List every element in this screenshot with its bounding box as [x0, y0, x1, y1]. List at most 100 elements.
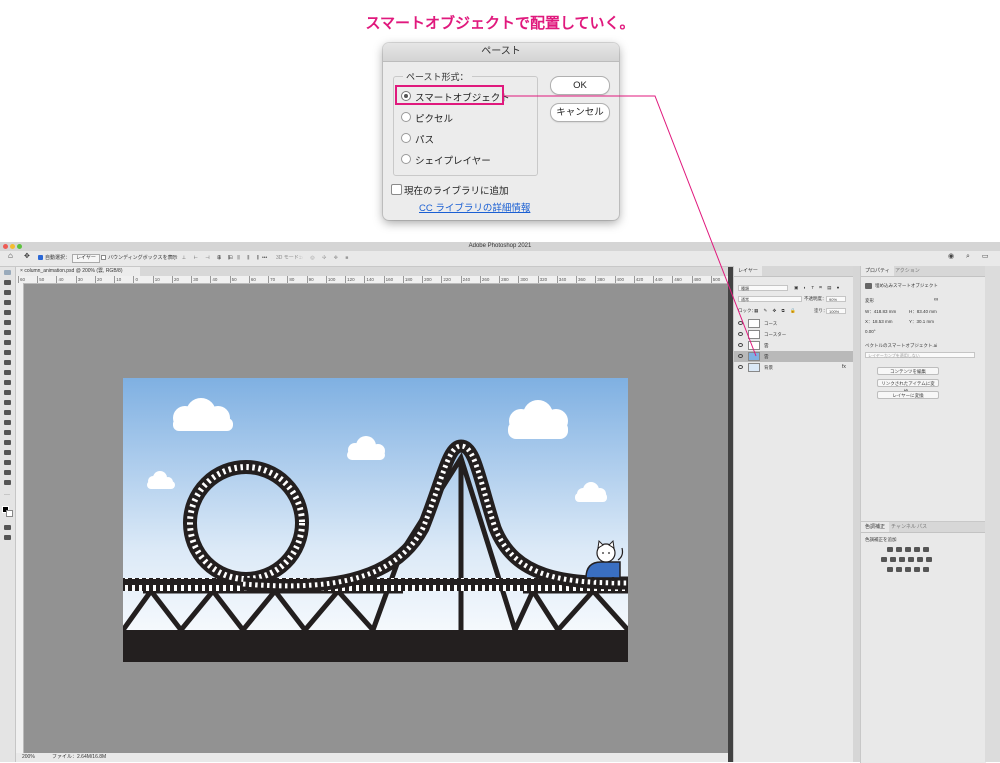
tab-adjustments[interactable]: 色調補正 [861, 522, 890, 532]
layer-row[interactable]: コースター [734, 329, 854, 340]
visibility-eye-icon[interactable] [738, 332, 743, 336]
eyedropper-tool-icon[interactable] [4, 340, 11, 345]
curves-icon[interactable] [905, 547, 911, 552]
gradient-map-icon[interactable] [914, 567, 920, 572]
color-lookup-icon[interactable] [926, 557, 932, 562]
filter-icons[interactable]: ▣ ◐ T ⌗ ▤ ● [794, 285, 841, 291]
layer-filter-dropdown[interactable]: 種類 [738, 285, 788, 291]
fx-icon[interactable]: fx [842, 362, 846, 373]
edit-contents-button[interactable]: コンテンツを編集 [877, 367, 939, 375]
vibrance-icon[interactable] [923, 547, 929, 552]
levels-icon[interactable] [896, 547, 902, 552]
blur-tool-icon[interactable] [4, 410, 11, 415]
close-window-icon[interactable] [3, 244, 8, 249]
brush-tool-icon[interactable] [4, 360, 11, 365]
channel-mixer-icon[interactable] [917, 557, 923, 562]
more-tools-icon[interactable]: ··· [4, 492, 11, 498]
distribute-icons[interactable]: ⫼ ⫼ ⫼ ⫼ ⫼ [218, 255, 262, 262]
tab-paths[interactable]: パス [913, 522, 931, 532]
width-value[interactable]: W：418.83 mm [865, 309, 896, 315]
lasso-tool-icon[interactable] [4, 300, 11, 305]
fill-field[interactable]: 100% [826, 308, 846, 314]
opacity-field[interactable]: 90% [826, 296, 846, 302]
y-value[interactable]: Y：30.1 mm [909, 319, 934, 325]
layer-row[interactable]: 雲 [734, 340, 854, 351]
ruler-tick-label: 30 [191, 276, 199, 283]
layer-comp-dropdown[interactable]: レイヤーカンプを適用しない [865, 352, 975, 358]
crop-tool-icon[interactable] [4, 320, 11, 325]
brightness-icon[interactable] [887, 547, 893, 552]
color-balance-icon[interactable] [890, 557, 896, 562]
visibility-eye-icon[interactable] [738, 365, 743, 369]
zoom-window-icon[interactable] [17, 244, 22, 249]
zoom-tool-icon[interactable] [4, 480, 11, 485]
vertical-ruler[interactable] [16, 283, 24, 753]
invert-icon[interactable] [887, 567, 893, 572]
black-white-icon[interactable] [899, 557, 905, 562]
gradient-tool-icon[interactable] [4, 400, 11, 405]
shape-tool-icon[interactable] [4, 460, 11, 465]
tab-properties[interactable]: プロパティ [861, 266, 894, 276]
zoom-level[interactable]: 200% [22, 753, 35, 762]
blend-mode-dropdown[interactable]: 通常 [738, 296, 802, 302]
layer-row-selected[interactable]: 雲 [734, 351, 854, 362]
x-value[interactable]: X：18.53 mm [865, 319, 893, 325]
visibility-eye-icon[interactable] [738, 343, 743, 347]
angle-value[interactable]: 0.00° [865, 329, 876, 335]
convert-to-linked-button[interactable]: リンクされたアイテムに変換... [877, 379, 939, 394]
document-tab[interactable]: × column_animation.psd @ 200% (雲, RGB/8) [16, 267, 140, 276]
panel-collapse-strip[interactable] [853, 266, 860, 762]
photo-filter-icon[interactable] [908, 557, 914, 562]
eraser-tool-icon[interactable] [4, 390, 11, 395]
dodge-tool-icon[interactable] [4, 420, 11, 425]
link-dimensions-icon[interactable]: ∞ [934, 297, 938, 303]
home-icon[interactable]: ⌂ [8, 252, 13, 260]
cancel-button[interactable]: キャンセル [550, 103, 610, 122]
add-to-library-checkbox[interactable] [391, 184, 402, 195]
pen-tool-icon[interactable] [4, 430, 11, 435]
height-value[interactable]: H：83.40 mm [909, 309, 937, 315]
move-tool-icon[interactable]: ✥ [24, 253, 30, 260]
quick-mask-icon[interactable] [4, 525, 11, 530]
auto-select-checkbox[interactable] [38, 255, 43, 260]
convert-to-layers-button[interactable]: レイヤーに変換 [877, 391, 939, 399]
layer-row[interactable]: 背景 fx [734, 362, 854, 373]
hue-saturation-icon[interactable] [881, 557, 887, 562]
tab-actions[interactable]: アクション [891, 266, 924, 276]
tab-layers[interactable]: レイヤー [734, 266, 762, 276]
magic-wand-tool-icon[interactable] [4, 310, 11, 315]
cc-library-info-link[interactable]: CC ライブラリの詳細情報 [419, 200, 530, 214]
file-size-info[interactable]: ファイル：2.64M/16.8M [52, 753, 106, 762]
background-color-swatch[interactable] [6, 510, 13, 517]
history-brush-tool-icon[interactable] [4, 380, 11, 385]
clone-stamp-tool-icon[interactable] [4, 370, 11, 375]
ok-button[interactable]: OK [550, 76, 610, 95]
horizontal-ruler[interactable]: 60 50 40 30 20 10 0 10 20 30 40 50 60 70 80 90 100 120 140… [16, 276, 728, 284]
hand-tool-icon[interactable] [4, 470, 11, 475]
screen-mode-icon[interactable] [4, 535, 11, 540]
layer-select-dropdown[interactable]: レイヤー [72, 254, 100, 263]
ruler-tick-label: 60 [248, 276, 256, 283]
path-selection-tool-icon[interactable] [4, 450, 11, 455]
threshold-icon[interactable] [905, 567, 911, 572]
marquee-tool-icon[interactable] [4, 290, 11, 295]
selective-color-icon[interactable] [923, 567, 929, 572]
more-options-icon[interactable]: ••• [262, 255, 267, 262]
ruler-tick-label: 300 [518, 276, 528, 283]
posterize-icon[interactable] [896, 567, 902, 572]
frame-tool-icon[interactable] [4, 330, 11, 335]
artboard-tool-icon[interactable] [4, 280, 11, 285]
bounding-box-checkbox[interactable] [101, 255, 106, 260]
search-and-workspace-icons[interactable]: ◉ ⌕ ▭ ⇧ [948, 253, 1000, 260]
healing-brush-tool-icon[interactable] [4, 350, 11, 355]
move-tool-icon[interactable] [4, 270, 11, 275]
layer-row[interactable]: コース [734, 318, 854, 329]
minimize-window-icon[interactable] [10, 244, 15, 249]
exposure-icon[interactable] [914, 547, 920, 552]
artwork-canvas[interactable] [123, 378, 628, 662]
3d-mode-icons[interactable]: ◌ ◎ ✣ ✥ ■ [300, 255, 351, 262]
visibility-eye-icon[interactable] [738, 354, 743, 358]
visibility-eye-icon[interactable] [738, 321, 743, 325]
lock-icons[interactable]: ▦ ✎ ✥ ⧉ 🔒 [754, 308, 798, 314]
type-tool-icon[interactable] [4, 440, 11, 445]
